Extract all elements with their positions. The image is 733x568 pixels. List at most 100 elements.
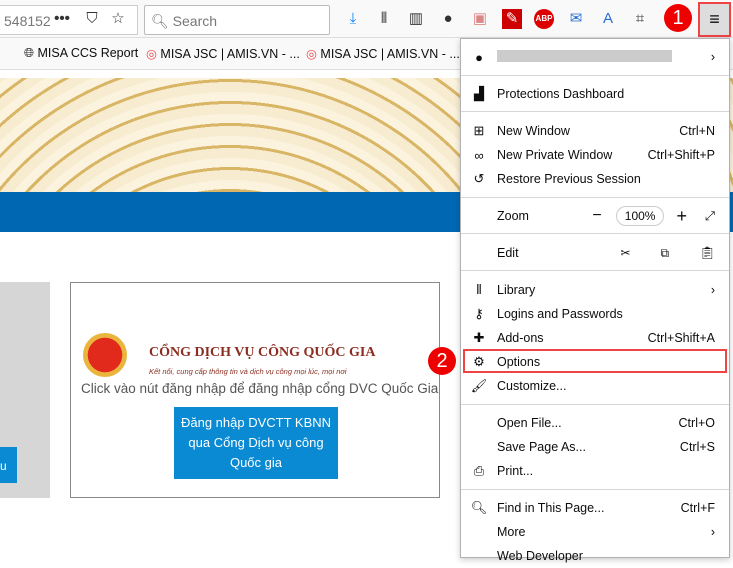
menu-shortcut: Ctrl+Shift+P — [647, 148, 715, 162]
menu-label: Print... — [497, 464, 534, 478]
menu-label: Library — [497, 283, 536, 297]
menu-shortcut: Ctrl+N — [679, 124, 715, 138]
menu-shortcut: Ctrl+S — [679, 440, 715, 454]
menu-shortcut: Ctrl+O — [678, 416, 715, 430]
step-1-badge: 1 — [664, 4, 692, 32]
mail-icon[interactable]: ✉ — [566, 9, 586, 29]
chevron-right-icon: › — [710, 525, 715, 539]
fullscreen-icon[interactable]: ⤢ — [705, 209, 729, 224]
library-icon[interactable]: ⫴ — [374, 9, 394, 29]
menu-print[interactable]: ⎙ Print... — [461, 459, 729, 483]
chart-icon: ▟ — [474, 86, 484, 101]
search-input[interactable]: 🔍︎ Search — [144, 5, 330, 35]
national-emblem-icon — [83, 333, 127, 377]
search-placeholder: Search — [172, 13, 218, 29]
account-icon[interactable]: ● — [438, 9, 458, 29]
account-item[interactable]: ● › — [461, 45, 729, 69]
translate-icon[interactable]: A — [598, 9, 618, 29]
menu-label: Logins and Passwords — [497, 307, 623, 321]
login-hint: Click vào nút đăng nhập để đăng nhập cổn… — [81, 381, 439, 396]
left-login-button[interactable]: u — [0, 447, 17, 483]
menu-protections[interactable]: ▟ Protections Dashboard — [461, 82, 729, 106]
menu-private-window[interactable]: ∞ New Private Window Ctrl+Shift+P — [461, 143, 729, 167]
new-window-icon: ⊞ — [473, 123, 485, 138]
menu-label: Add-ons — [497, 331, 544, 345]
menu-label: Zoom — [497, 209, 529, 223]
cut-icon[interactable]: ✂ — [620, 246, 630, 260]
zoom-reset-button[interactable]: 100% — [615, 206, 665, 226]
library-icon: ⫴ — [476, 282, 482, 297]
menu-edit: Edit ✂ ⧉ 📋︎ — [461, 241, 729, 265]
menu-label: Protections Dashboard — [497, 87, 625, 101]
sidebar-icon[interactable]: ▥ — [406, 9, 426, 29]
menu-web-developer[interactable]: Web Developer — [461, 544, 729, 568]
menu-options[interactable]: ⚙ Options — [461, 350, 729, 374]
url-text: 548152 — [4, 13, 51, 29]
pocket-icon[interactable]: ⛉ — [82, 9, 102, 29]
key-icon: ⚷ — [474, 306, 484, 321]
menu-library[interactable]: ⫴ Library › — [461, 278, 729, 302]
app-menu: ● › ▟ Protections Dashboard ⊞ New Window Ctr… — [460, 38, 730, 563]
bookmark-item[interactable]: ◎ MISA JSC | AMIS.VN - ... — [146, 46, 300, 61]
menu-label: Edit — [497, 246, 519, 260]
menu-shortcut: Ctrl+Shift+A — [647, 331, 715, 345]
menu-label: Options — [497, 355, 541, 369]
dvc-login-box: CỔNG DỊCH VỤ CÔNG QUỐC GIA Kết nối, cung… — [70, 282, 440, 498]
bookmark-item[interactable]: 🌐︎ MISA CCS Report — [24, 46, 138, 61]
menu-new-window[interactable]: ⊞ New Window Ctrl+N — [461, 119, 729, 143]
menu-label: Restore Previous Session — [497, 172, 641, 186]
menu-shortcut: Ctrl+F — [680, 501, 715, 515]
left-button-text: u — [0, 459, 7, 473]
menu-open-file[interactable]: Open File... Ctrl+O — [461, 411, 729, 435]
download-icon[interactable]: ⤓ — [343, 9, 363, 29]
mask-icon: ∞ — [474, 147, 484, 163]
portal-title: CỔNG DỊCH VỤ CÔNG QUỐC GIA — [149, 345, 376, 360]
account-name-blurred — [497, 49, 672, 62]
bookmark-label: MISA JSC | AMIS.VN - ... — [320, 47, 460, 61]
portal-tagline: Kết nối, cung cấp thông tin và dịch vụ c… — [149, 367, 347, 376]
search-icon: 🔍︎ — [151, 13, 169, 29]
menu-more[interactable]: More › — [461, 520, 729, 544]
dvc-login-button[interactable]: Đăng nhập DVCTT KBNN qua Cổng Dịch vụ cô… — [174, 407, 338, 479]
adblock-icon[interactable]: ABP — [534, 9, 554, 29]
zoom-out-button[interactable]: − — [592, 207, 601, 225]
paste-icon[interactable]: 📋︎ — [699, 246, 729, 261]
ellipsis-icon[interactable]: ••• — [52, 9, 72, 29]
menu-find[interactable]: 🔍︎ Find in This Page... Ctrl+F — [461, 496, 729, 520]
extension-grid-icon[interactable]: ⌗ — [630, 9, 650, 29]
menu-label: More — [497, 525, 526, 539]
menu-label: New Window — [497, 124, 570, 138]
menu-restore-session[interactable]: ↺ Restore Previous Session — [461, 167, 729, 191]
menu-label: Web Developer — [497, 549, 583, 563]
gear-icon: ⚙ — [473, 354, 485, 369]
star-icon[interactable]: ☆ — [108, 9, 128, 29]
puzzle-icon: ✚ — [473, 330, 485, 345]
extension-wand-icon[interactable]: ✎ — [502, 9, 522, 29]
restore-icon: ↺ — [473, 171, 485, 186]
chevron-right-icon: › — [710, 50, 715, 64]
menu-label: Customize... — [497, 379, 567, 393]
bookmark-label: MISA CCS Report — [37, 46, 139, 60]
brush-icon: 🖌︎ — [470, 378, 488, 393]
menu-zoom: Zoom − 100% + ⤢ — [461, 204, 729, 228]
zoom-in-button[interactable]: + — [676, 206, 687, 227]
menu-label: New Private Window — [497, 148, 613, 162]
chevron-right-icon: › — [710, 283, 715, 297]
account-icon: ● — [475, 49, 483, 65]
menu-addons[interactable]: ✚ Add-ons Ctrl+Shift+A — [461, 326, 729, 350]
amis-icon: ◎ — [146, 47, 157, 61]
bookmark-label: MISA JSC | AMIS.VN - ... — [160, 47, 300, 61]
search-icon: 🔍︎ — [470, 500, 488, 515]
menu-logins[interactable]: ⚷ Logins and Passwords — [461, 302, 729, 326]
bookmark-item[interactable]: ◎ MISA JSC | AMIS.VN - ... — [306, 46, 460, 61]
menu-customize[interactable]: 🖌︎ Customize... — [461, 374, 729, 398]
printer-icon: ⎙ — [473, 463, 485, 478]
hamburger-icon: ≡ — [709, 9, 720, 29]
open-menu-button[interactable]: ≡ — [698, 2, 731, 37]
globe-icon: 🌐︎ — [24, 46, 35, 60]
menu-save-page[interactable]: Save Page As... Ctrl+S — [461, 435, 729, 459]
extension-icon[interactable]: ▣ — [470, 9, 490, 29]
step-2-badge: 2 — [428, 347, 456, 375]
menu-label: Open File... — [497, 416, 562, 430]
copy-icon[interactable]: ⧉ — [661, 246, 670, 261]
